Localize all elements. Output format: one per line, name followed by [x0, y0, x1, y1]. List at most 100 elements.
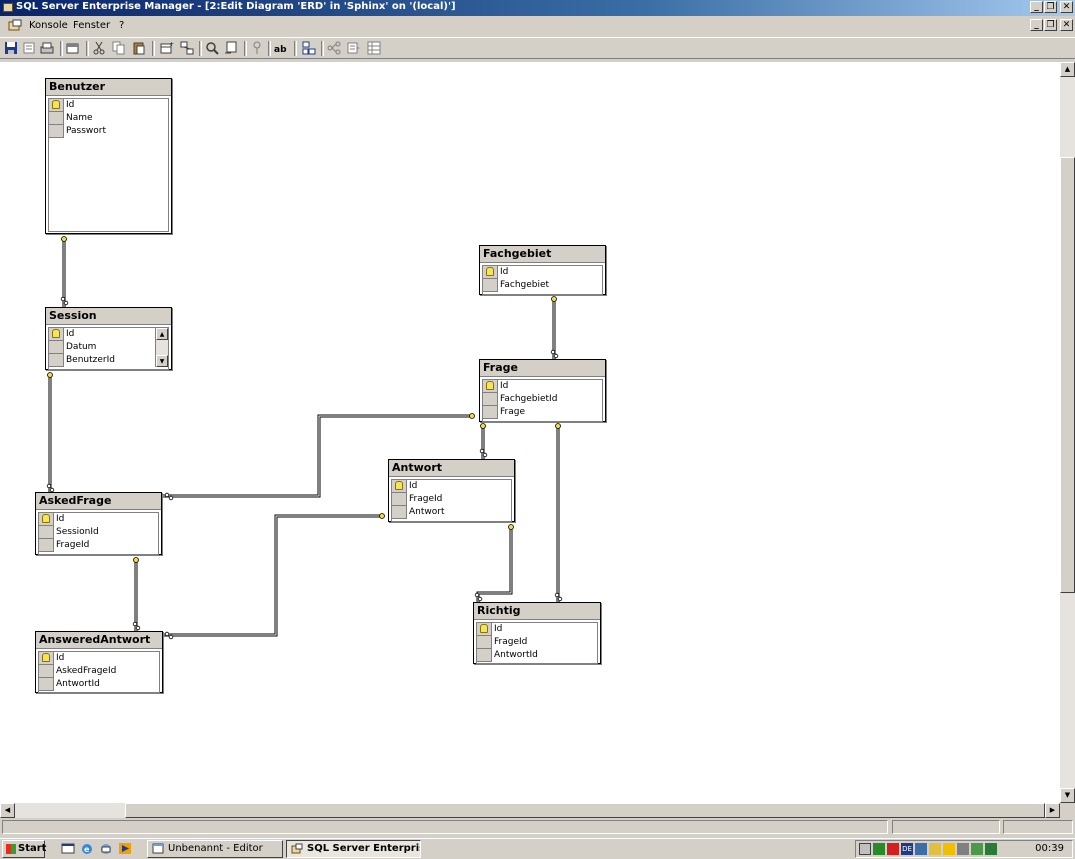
clock[interactable]: 00:39 — [1035, 843, 1064, 854]
title-bar[interactable]: SQL Server Enterprise Manager - [2:Edit … — [0, 0, 1075, 16]
restore-button[interactable]: ❐ — [1044, 1, 1057, 13]
scroll-down-icon[interactable]: ▼ — [1060, 788, 1075, 803]
network-icon[interactable] — [859, 843, 871, 855]
table-view-icon[interactable] — [367, 41, 381, 55]
column-row[interactable]: SessionId — [39, 526, 158, 539]
column-row[interactable]: Id — [49, 328, 168, 341]
show-desktop-icon[interactable] — [61, 842, 75, 855]
column-row[interactable]: FrageId — [392, 493, 511, 506]
vertical-scrollbar[interactable]: ▲ ▼ — [1060, 62, 1075, 803]
column-row[interactable]: FachgebietId — [483, 393, 602, 406]
menu-help[interactable]: ? — [119, 20, 124, 31]
zoom-icon[interactable] — [205, 41, 219, 55]
table-title[interactable]: Session — [46, 308, 171, 325]
column-row[interactable]: Id — [49, 99, 168, 112]
column-row[interactable]: AntwortId — [39, 678, 159, 691]
diagram-toolbar: + ab — [0, 37, 1075, 59]
table-title[interactable]: Richtig — [474, 603, 600, 620]
security-icon[interactable] — [887, 843, 899, 855]
child-restore-button[interactable]: ❐ — [1044, 19, 1057, 31]
media-player-icon[interactable] — [118, 842, 132, 855]
vertical-scroll-thumb[interactable] — [1060, 157, 1075, 593]
scroll-up-icon[interactable]: ▲ — [1060, 62, 1075, 77]
column-row[interactable]: Passwort — [49, 125, 168, 138]
column-row[interactable]: Name — [49, 112, 168, 125]
column-row[interactable]: FrageId — [477, 636, 597, 649]
relationship-icon[interactable] — [327, 41, 341, 55]
column-row[interactable]: Datum — [49, 341, 168, 354]
table-session[interactable]: Session Id Datum BenutzerId ▲ ▼ — [45, 307, 172, 370]
arrange-icon[interactable] — [302, 41, 316, 55]
scroll-left-icon[interactable]: ◀ — [0, 803, 15, 818]
column-row[interactable]: AskedFrageId — [39, 665, 159, 678]
console-icon[interactable] — [8, 19, 22, 32]
column-row[interactable]: AntwortId — [477, 649, 597, 662]
properties-icon[interactable] — [22, 41, 36, 55]
table-askedfrage[interactable]: AskedFrage Id SessionId FrageId — [35, 492, 162, 555]
menu-konsole[interactable]: Konsole — [29, 20, 68, 31]
column-row[interactable]: Id — [39, 513, 158, 526]
save-icon[interactable] — [4, 41, 18, 55]
text-label-icon[interactable]: ab — [274, 41, 288, 55]
horizontal-scrollbar[interactable]: ◀ ▶ — [0, 803, 1060, 818]
add-table-icon[interactable]: + — [160, 41, 174, 55]
print-icon[interactable] — [40, 41, 54, 55]
horizontal-scroll-thumb[interactable] — [125, 803, 1045, 818]
table-title[interactable]: Frage — [480, 360, 605, 377]
table-title[interactable]: Antwort — [389, 460, 514, 477]
diagram-canvas[interactable]: Benutzer Id Name Passwort Session Id Dat… — [0, 62, 1060, 803]
table-answeredantwort[interactable]: AnsweredAntwort Id AskedFrageId AntwortI… — [35, 631, 163, 693]
language-indicator[interactable]: DE — [901, 843, 913, 855]
table-richtig[interactable]: Richtig Id FrageId AntwortId — [473, 602, 601, 664]
close-button[interactable]: ✕ — [1060, 1, 1073, 13]
column-row[interactable]: Id — [392, 480, 511, 493]
internet-explorer-icon[interactable]: e — [80, 842, 94, 855]
column-row[interactable]: FrageId — [39, 539, 158, 552]
scroll-up-icon[interactable]: ▲ — [156, 328, 168, 340]
column-row[interactable]: Frage — [483, 406, 602, 419]
task-sql-enterprise-manager[interactable]: SQL Server Enterprise ... — [286, 840, 421, 858]
column-row[interactable]: Fachgebiet — [483, 279, 602, 292]
outlook-express-icon[interactable] — [99, 842, 113, 855]
column-row[interactable]: BenutzerId — [49, 354, 168, 367]
column-row[interactable]: Id — [483, 380, 602, 393]
manage-indexes-icon[interactable] — [347, 41, 361, 55]
display-icon[interactable] — [915, 843, 927, 855]
add-related-icon[interactable] — [180, 41, 194, 55]
table-antwort[interactable]: Antwort Id FrageId Antwort — [388, 459, 515, 522]
table-fachgebiet[interactable]: Fachgebiet Id Fachgebiet — [479, 245, 606, 295]
table-title[interactable]: Fachgebiet — [480, 246, 605, 263]
start-button[interactable]: Start — [2, 840, 46, 858]
table-title[interactable]: AskedFrage — [36, 493, 161, 510]
usb-icon[interactable] — [957, 843, 969, 855]
key-icon[interactable] — [250, 41, 264, 55]
sql-service-icon[interactable] — [873, 843, 885, 855]
column-row[interactable]: Id — [477, 623, 597, 636]
column-row[interactable]: Id — [483, 266, 602, 279]
table-title[interactable]: AnsweredAntwort — [36, 632, 162, 649]
column-row[interactable]: Id — [39, 652, 159, 665]
copy-icon[interactable] — [112, 41, 126, 55]
scroll-right-icon[interactable]: ▶ — [1045, 803, 1060, 818]
table-title[interactable]: Benutzer — [46, 79, 171, 96]
table-frage[interactable]: Frage Id FachgebietId Frage — [479, 359, 606, 422]
minimize-button[interactable]: _ — [1030, 1, 1043, 13]
task-editor[interactable]: Unbenannt - Editor — [147, 840, 283, 858]
updates-icon[interactable] — [943, 843, 955, 855]
child-close-button[interactable]: ✕ — [1060, 19, 1073, 31]
menu-fenster[interactable]: Fenster — [73, 20, 110, 31]
column-row[interactable]: Antwort — [392, 506, 511, 519]
paste-icon[interactable] — [132, 41, 146, 55]
table-scrollbar[interactable]: ▲ ▼ — [155, 328, 168, 367]
volume-icon[interactable] — [929, 843, 941, 855]
table-benutzer[interactable]: Benutzer Id Name Passwort — [45, 78, 172, 234]
layout-icon[interactable] — [224, 41, 238, 55]
pk-end-icon — [47, 372, 53, 378]
cut-icon[interactable] — [92, 41, 106, 55]
scroll-down-icon[interactable]: ▼ — [156, 355, 168, 367]
app-icon[interactable] — [3, 3, 13, 12]
child-minimize-button[interactable]: _ — [1030, 19, 1043, 31]
messenger-icon[interactable] — [985, 843, 997, 855]
antivirus-icon[interactable] — [971, 843, 983, 855]
new-table-icon[interactable] — [66, 41, 80, 55]
